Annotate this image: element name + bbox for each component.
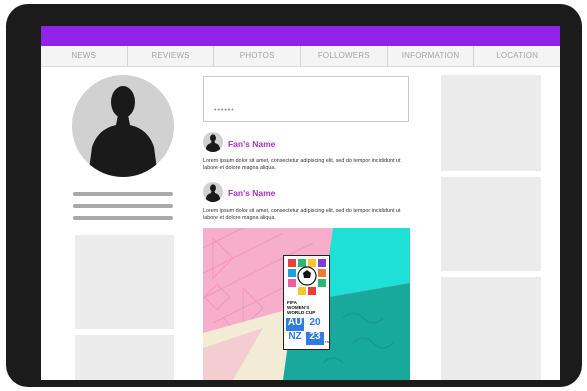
post-image[interactable]: FIFA WOMEN'S WORLD CUP AU 20 NZ 23 TM	[203, 228, 410, 380]
person-silhouette-icon	[88, 86, 158, 177]
post-author-avatar[interactable]	[203, 182, 223, 202]
nav-reviews[interactable]: REVIEWS	[128, 46, 215, 66]
poster-tm: TM	[325, 340, 330, 344]
person-silhouette-icon	[205, 134, 221, 152]
fifa-world-cup-poster: FIFA WOMEN'S WORLD CUP AU 20 NZ 23 TM	[283, 255, 330, 350]
profile-name-line	[73, 192, 173, 196]
profile-avatar[interactable]	[72, 75, 174, 177]
person-silhouette-icon	[205, 184, 221, 202]
poster-nz: NZ	[286, 332, 304, 345]
nav-followers[interactable]: FOLLOWERS	[301, 46, 388, 66]
left-placeholder-box	[75, 235, 174, 329]
tablet-frame: NEWS REVIEWS PHOTOS FOLLOWERS INFORMATIO…	[6, 4, 582, 387]
poster-world-cup: WORLD CUP	[287, 310, 316, 315]
post-body-text: Lorem ipsum dolor sit amet, consectetur …	[203, 208, 401, 221]
nav-news[interactable]: NEWS	[41, 46, 128, 66]
right-placeholder-box	[441, 75, 541, 171]
right-placeholder-box	[441, 277, 541, 380]
post-author-name[interactable]: Fan's Name	[228, 188, 275, 198]
poster-au: AU	[286, 318, 304, 331]
poster-year-top: 20	[306, 318, 324, 331]
composer-placeholder: ••••••	[214, 107, 235, 114]
nav-location[interactable]: LOCATION	[474, 46, 560, 66]
top-bar	[41, 26, 560, 46]
post-author-name[interactable]: Fan's Name	[228, 139, 275, 149]
nav-bar: NEWS REVIEWS PHOTOS FOLLOWERS INFORMATIO…	[41, 46, 560, 67]
post-body-text: Lorem ipsum dolor sit amet, consectetur …	[203, 158, 401, 171]
nav-photos[interactable]: PHOTOS	[214, 46, 302, 66]
profile-detail-line	[73, 204, 173, 208]
poster-year-bottom: 23	[306, 332, 324, 345]
post-composer[interactable]: ••••••	[203, 76, 409, 122]
screen: NEWS REVIEWS PHOTOS FOLLOWERS INFORMATIO…	[41, 26, 560, 380]
right-placeholder-box	[441, 177, 541, 271]
left-placeholder-box	[75, 335, 174, 380]
post-author-avatar[interactable]	[203, 132, 223, 152]
trophy-emblem-icon	[288, 259, 326, 295]
nav-information[interactable]: INFORMATION	[388, 46, 475, 66]
profile-detail-line	[73, 216, 173, 220]
